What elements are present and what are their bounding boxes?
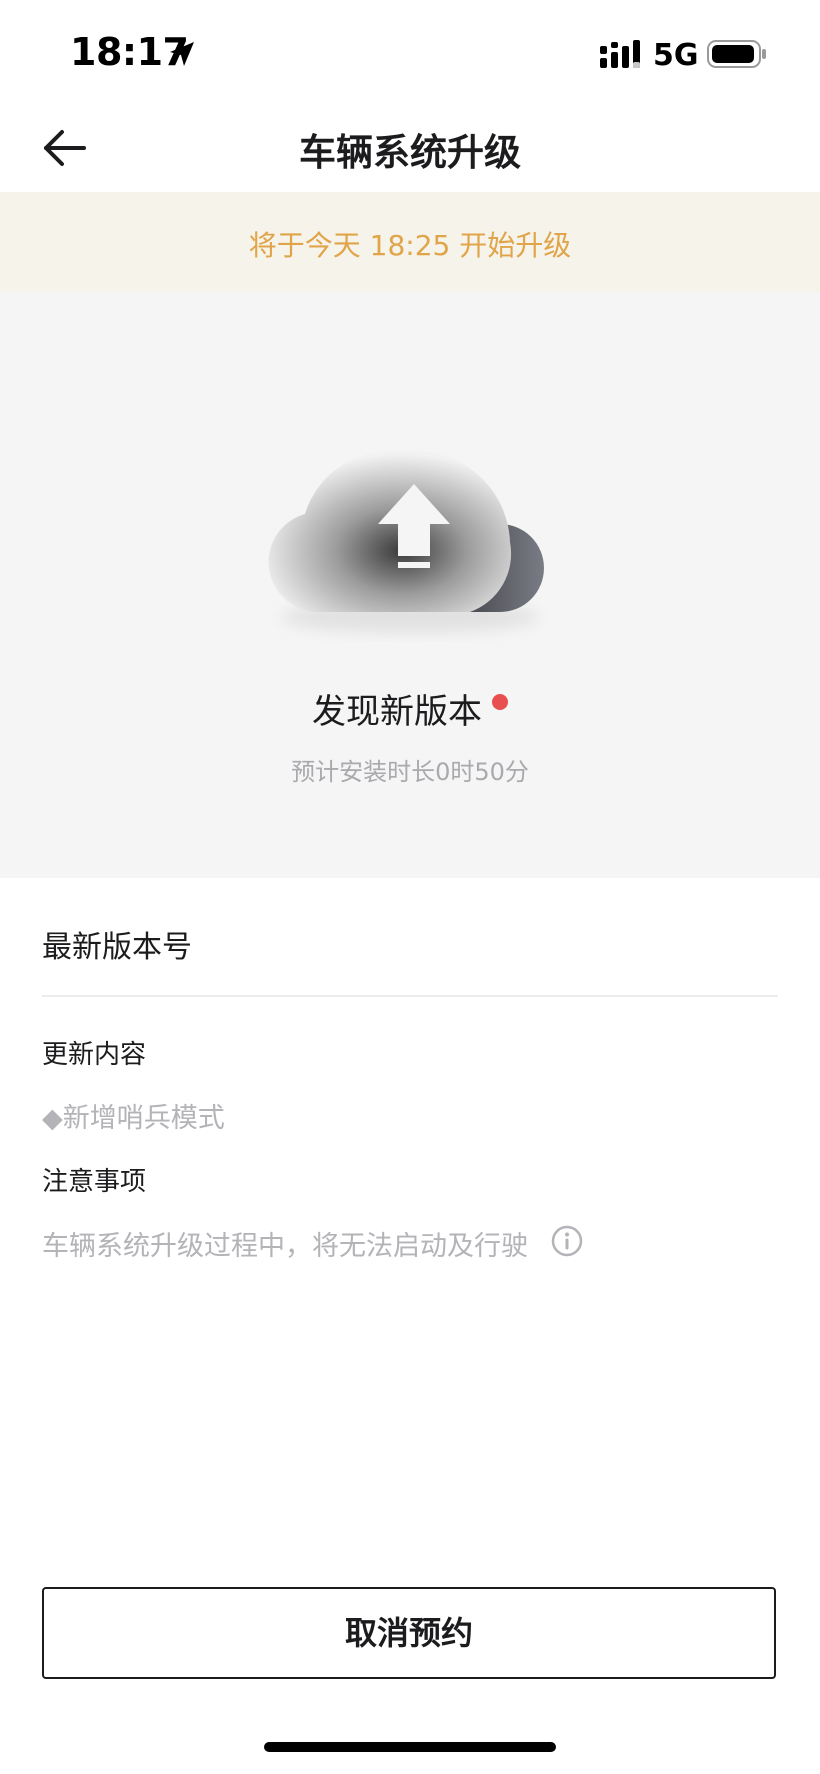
cancel-reservation-button[interactable]: 取消预约 — [42, 1587, 776, 1679]
update-title-row: 发现新版本 — [0, 684, 820, 733]
notes-heading: 注意事项 — [42, 1167, 147, 1197]
install-time: 预计安装时长0时50分 — [291, 758, 529, 786]
update-hero: 发现新版本 预计安装时长0时50分 — [0, 292, 820, 878]
new-badge-dot — [492, 694, 508, 710]
divider — [42, 995, 778, 997]
home-indicator[interactable] — [264, 1742, 556, 1752]
schedule-banner: 将于今天 18:25 开始升级 — [0, 192, 820, 292]
notes-text: 车辆系统升级过程中，将无法启动及行驶 — [42, 1231, 528, 1262]
update-content-item: ◆新增哨兵模式 — [42, 1103, 225, 1134]
nav-bar: 车辆系统升级 — [0, 100, 820, 192]
schedule-text: 将于今天 18:25 开始升级 — [248, 229, 572, 262]
update-title: 发现新版本 — [312, 692, 482, 732]
network-type: 5G — [653, 38, 699, 73]
battery-icon — [707, 40, 766, 68]
update-content-heading: 更新内容 — [42, 1040, 147, 1070]
back-button[interactable] — [36, 120, 92, 176]
signal-bars-icon — [600, 40, 640, 68]
page-title: 车辆系统升级 — [299, 131, 521, 174]
location-arrow-icon — [170, 42, 194, 66]
status-bar: 18:17 5G — [0, 0, 820, 100]
latest-version-label: 最新版本号 — [42, 930, 192, 965]
cloud-upload-icon — [268, 450, 544, 633]
info-icon[interactable] — [550, 1224, 584, 1258]
arrow-left-icon — [44, 130, 86, 166]
